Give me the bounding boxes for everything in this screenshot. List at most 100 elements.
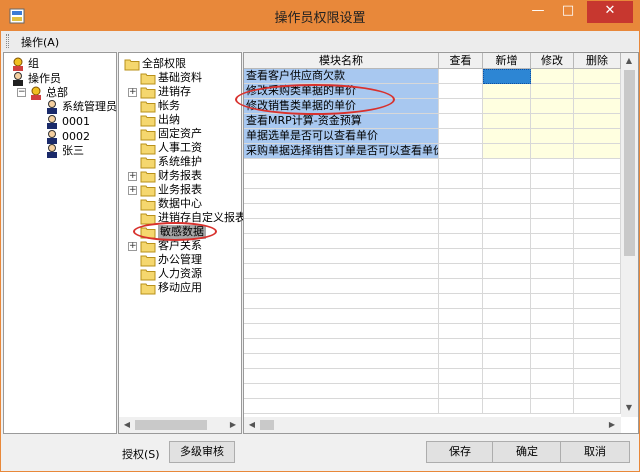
empty-cell[interactable] bbox=[483, 159, 531, 174]
expand-icon[interactable]: + bbox=[128, 172, 137, 181]
horizontal-scrollbar[interactable]: ◀ ▶ bbox=[244, 417, 621, 433]
expand-icon[interactable]: + bbox=[128, 88, 137, 97]
operator-tree[interactable]: 组 操作员 − 总部 系统管理员 0001 0002 张三 bbox=[3, 52, 117, 434]
empty-cell[interactable] bbox=[483, 219, 531, 234]
empty-cell[interactable] bbox=[439, 279, 483, 294]
empty-cell[interactable] bbox=[244, 189, 439, 204]
permission-cell[interactable] bbox=[483, 144, 531, 159]
empty-cell[interactable] bbox=[574, 324, 621, 339]
empty-cell[interactable] bbox=[574, 234, 621, 249]
empty-cell[interactable] bbox=[531, 249, 574, 264]
empty-cell[interactable] bbox=[531, 159, 574, 174]
view-permission-cell[interactable] bbox=[439, 69, 483, 84]
empty-cell[interactable] bbox=[574, 384, 621, 399]
empty-cell[interactable] bbox=[531, 174, 574, 189]
empty-cell[interactable] bbox=[439, 204, 483, 219]
empty-cell[interactable] bbox=[483, 309, 531, 324]
scroll-left-icon[interactable]: ◀ bbox=[244, 417, 260, 433]
empty-cell[interactable] bbox=[531, 309, 574, 324]
minimize-button[interactable]: — bbox=[523, 1, 553, 23]
view-permission-cell[interactable] bbox=[439, 114, 483, 129]
scroll-left-icon[interactable]: ◀ bbox=[119, 417, 135, 433]
view-permission-cell[interactable] bbox=[439, 84, 483, 99]
empty-cell[interactable] bbox=[574, 309, 621, 324]
empty-cell[interactable] bbox=[574, 279, 621, 294]
empty-cell[interactable] bbox=[531, 354, 574, 369]
permission-cell[interactable] bbox=[574, 84, 621, 99]
empty-cell[interactable] bbox=[531, 264, 574, 279]
module-name-cell[interactable]: 查看客户供应商欠款 bbox=[244, 69, 439, 84]
scrollbar-thumb[interactable] bbox=[624, 70, 635, 256]
empty-cell[interactable] bbox=[244, 234, 439, 249]
empty-cell[interactable] bbox=[574, 204, 621, 219]
permission-cell[interactable] bbox=[483, 99, 531, 114]
empty-cell[interactable] bbox=[439, 189, 483, 204]
empty-cell[interactable] bbox=[531, 204, 574, 219]
empty-cell[interactable] bbox=[531, 384, 574, 399]
authorize-label[interactable]: 授权(S) bbox=[122, 446, 160, 462]
empty-cell[interactable] bbox=[531, 369, 574, 384]
permission-cell[interactable] bbox=[574, 129, 621, 144]
empty-cell[interactable] bbox=[483, 384, 531, 399]
empty-cell[interactable] bbox=[531, 234, 574, 249]
empty-cell[interactable] bbox=[483, 354, 531, 369]
permission-cell[interactable] bbox=[483, 114, 531, 129]
close-button[interactable]: ✕ bbox=[587, 1, 633, 23]
maximize-button[interactable]: □ bbox=[553, 1, 583, 23]
empty-cell[interactable] bbox=[531, 339, 574, 354]
focused-cell[interactable] bbox=[483, 69, 531, 84]
empty-cell[interactable] bbox=[483, 264, 531, 279]
empty-cell[interactable] bbox=[244, 159, 439, 174]
permission-cell[interactable] bbox=[574, 99, 621, 114]
column-header[interactable]: 新增 bbox=[483, 53, 531, 69]
empty-cell[interactable] bbox=[439, 339, 483, 354]
empty-cell[interactable] bbox=[483, 399, 531, 414]
empty-cell[interactable] bbox=[244, 294, 439, 309]
empty-cell[interactable] bbox=[483, 189, 531, 204]
empty-cell[interactable] bbox=[574, 339, 621, 354]
empty-cell[interactable] bbox=[531, 399, 574, 414]
empty-cell[interactable] bbox=[483, 339, 531, 354]
permission-cell[interactable] bbox=[531, 99, 574, 114]
permission-cell[interactable] bbox=[531, 144, 574, 159]
empty-cell[interactable] bbox=[439, 159, 483, 174]
permission-cell[interactable] bbox=[531, 129, 574, 144]
permission-cell[interactable] bbox=[531, 69, 574, 84]
empty-cell[interactable] bbox=[244, 219, 439, 234]
empty-cell[interactable] bbox=[244, 384, 439, 399]
empty-cell[interactable] bbox=[244, 339, 439, 354]
scrollbar-thumb[interactable] bbox=[260, 420, 274, 430]
view-permission-cell[interactable] bbox=[439, 99, 483, 114]
empty-cell[interactable] bbox=[483, 369, 531, 384]
empty-cell[interactable] bbox=[531, 189, 574, 204]
multi-review-button[interactable]: 多级审核 bbox=[169, 441, 235, 463]
ok-button[interactable]: 确定 bbox=[492, 441, 562, 463]
permission-tree[interactable]: 全部权限 基础资料 + 进销存 帐务 出纳 固定资产 人事工资 系统维护 + 财务报表 + 业务报表数… bbox=[118, 52, 246, 434]
empty-cell[interactable] bbox=[483, 294, 531, 309]
empty-cell[interactable] bbox=[574, 294, 621, 309]
view-permission-cell[interactable] bbox=[439, 129, 483, 144]
expand-icon[interactable]: + bbox=[128, 186, 137, 195]
empty-cell[interactable] bbox=[244, 399, 439, 414]
empty-cell[interactable] bbox=[244, 264, 439, 279]
empty-cell[interactable] bbox=[244, 369, 439, 384]
collapse-icon[interactable]: − bbox=[17, 88, 26, 97]
empty-cell[interactable] bbox=[439, 174, 483, 189]
empty-cell[interactable] bbox=[574, 174, 621, 189]
empty-cell[interactable] bbox=[439, 384, 483, 399]
empty-cell[interactable] bbox=[244, 204, 439, 219]
empty-cell[interactable] bbox=[531, 324, 574, 339]
save-button[interactable]: 保存 bbox=[426, 441, 494, 463]
empty-cell[interactable] bbox=[244, 309, 439, 324]
empty-cell[interactable] bbox=[531, 279, 574, 294]
empty-cell[interactable] bbox=[574, 264, 621, 279]
empty-cell[interactable] bbox=[439, 249, 483, 264]
empty-cell[interactable] bbox=[439, 369, 483, 384]
vertical-scrollbar[interactable]: ▲ ▼ bbox=[621, 53, 638, 417]
empty-cell[interactable] bbox=[574, 399, 621, 414]
empty-cell[interactable] bbox=[244, 174, 439, 189]
permission-cell[interactable] bbox=[531, 84, 574, 99]
empty-cell[interactable] bbox=[439, 234, 483, 249]
empty-cell[interactable] bbox=[439, 294, 483, 309]
empty-cell[interactable] bbox=[244, 324, 439, 339]
